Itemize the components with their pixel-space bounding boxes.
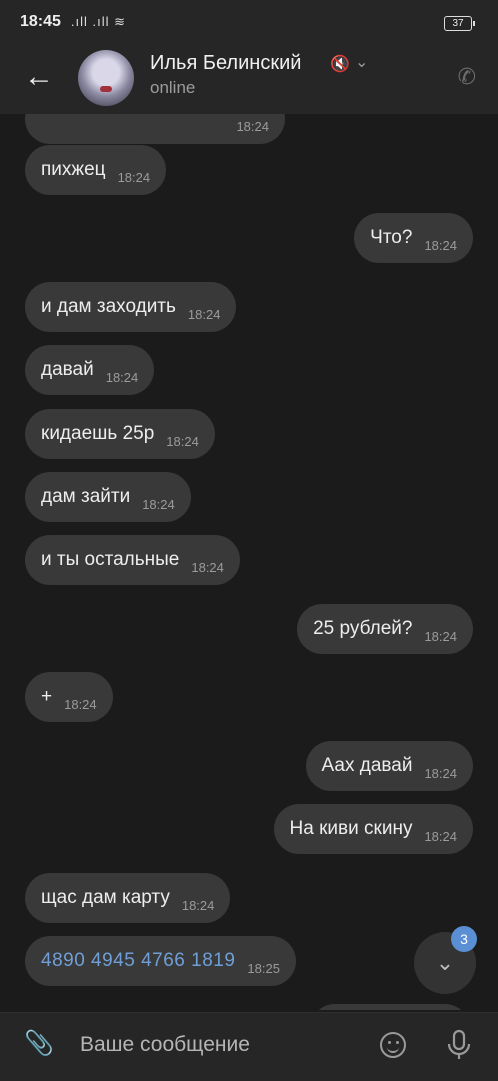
message-time: 18:24 [191, 559, 224, 575]
contact-name[interactable]: Илья Белинский [150, 52, 301, 75]
message-text: Что? [370, 227, 413, 248]
message-bubble[interactable]: 18:24 [25, 114, 285, 144]
message-input[interactable]: Ваше сообщение [80, 1033, 250, 1057]
message-bubble[interactable]: кидаешь 25р 18:24 [25, 409, 215, 459]
clock: 18:45 [20, 13, 61, 30]
message-time: 18:25 [247, 960, 280, 976]
message-time: 18:24 [424, 828, 457, 844]
message-bubble[interactable]: пихжец 18:24 [25, 145, 167, 195]
message-bubble[interactable]: 4890 4945 4766 1819 18:25 [25, 936, 296, 986]
avatar[interactable] [78, 50, 134, 106]
message-bubble[interactable]: и ты остальные 18:24 [25, 535, 240, 585]
message-time: 18:24 [424, 237, 457, 253]
message-list[interactable]: 18:24 пихжец 18:24 Что? 18:24 и дам захо… [0, 114, 498, 1010]
message-time: 18:24 [187, 306, 221, 322]
back-arrow-icon[interactable]: ← [24, 62, 54, 92]
message-text: 25 рублей? [313, 618, 413, 639]
message-text: и ты остальные [41, 549, 180, 570]
message-text: дам зайти [41, 486, 131, 507]
chat-header: ← Илья Белинский 🔇 ⌄ online ✆ [0, 44, 498, 114]
microphone-icon[interactable] [445, 1029, 473, 1061]
chevron-down-icon[interactable]: ⌄ [355, 52, 368, 72]
message-time: 18:24 [142, 496, 175, 512]
battery-icon: 37 [444, 16, 475, 31]
message-text: давай [41, 359, 94, 380]
message-bubble[interactable]: 25 рублей? 18:24 [297, 604, 473, 654]
message-bubble[interactable]: щас дам карту 18:24 [25, 873, 231, 923]
message-text: + [41, 686, 53, 707]
composer-bar: 📎 Ваше сообщение [0, 1012, 498, 1081]
message-time: 18:24 [424, 628, 457, 644]
message-text: Аах давай [321, 755, 413, 776]
card-number-link[interactable]: 4890 4945 4766 1819 [41, 950, 235, 972]
message-time: 18:24 [424, 765, 457, 781]
message-bubble[interactable]: и дам заходить 18:24 [25, 282, 237, 332]
message-bubble[interactable]: давай 18:24 [25, 345, 155, 395]
message-bubble[interactable] [310, 1004, 470, 1010]
message-text: пихжец [41, 159, 106, 180]
message-time: 18:24 [166, 433, 199, 449]
online-status: online [150, 78, 196, 97]
message-time: 18:24 [105, 369, 139, 385]
status-bar: 18:45 .ıll .ıll ≋ 37 [0, 0, 498, 44]
emoji-icon[interactable] [380, 1032, 406, 1058]
message-bubble[interactable]: + 18:24 [25, 672, 113, 722]
message-bubble[interactable]: дам зайти 18:24 [25, 472, 191, 522]
signal-icons: .ıll .ıll ≋ [70, 14, 127, 29]
message-text: На киви скину [289, 818, 413, 839]
message-text: и дам заходить [41, 296, 176, 317]
message-bubble[interactable]: Что? 18:24 [354, 213, 473, 263]
message-time: 18:24 [64, 696, 97, 712]
message-bubble[interactable]: Аах давай 18:24 [305, 741, 473, 791]
muted-icon: 🔇 [330, 56, 350, 73]
message-text: щас дам карту [41, 887, 170, 908]
paperclip-icon[interactable]: 📎 [24, 1029, 54, 1058]
unread-badge: 3 [451, 926, 477, 952]
message-text: кидаешь 25р [41, 423, 155, 444]
message-time: 18:24 [117, 169, 151, 185]
message-time: 18:24 [181, 897, 215, 913]
message-bubble[interactable]: На киви скину 18:24 [273, 804, 473, 854]
phone-call-icon[interactable]: ✆ [458, 64, 476, 90]
